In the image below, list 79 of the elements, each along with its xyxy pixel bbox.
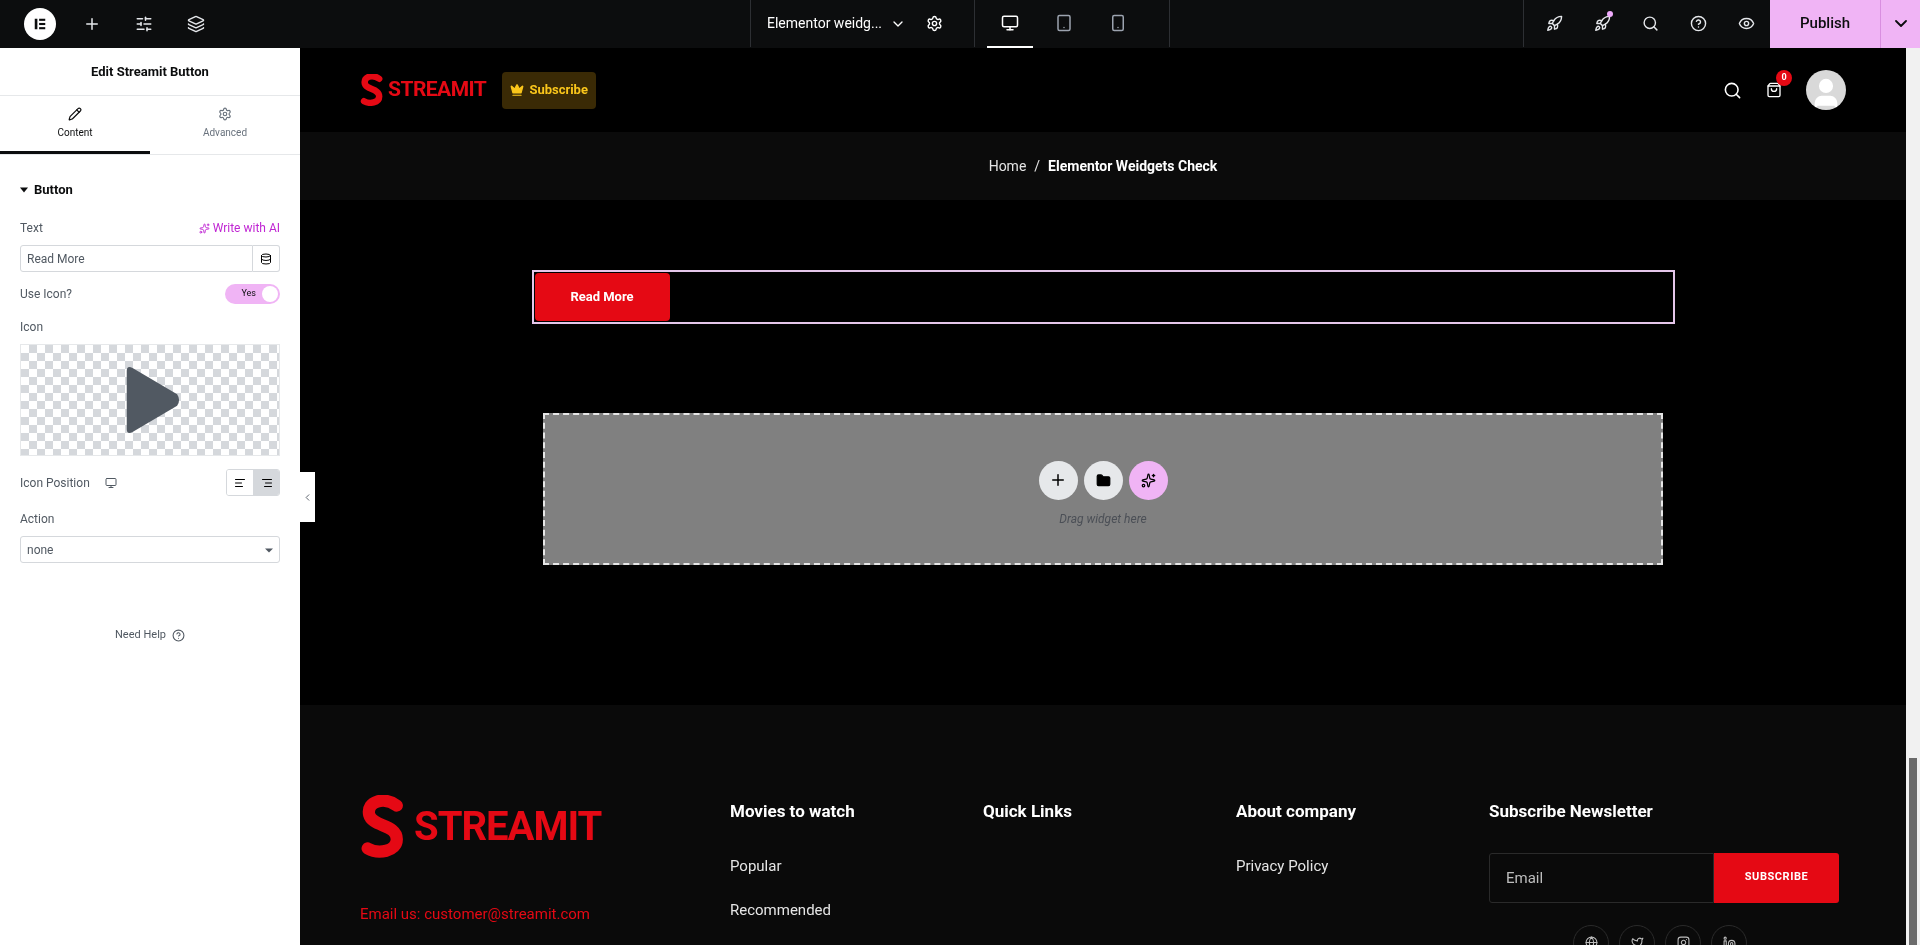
- field-label: Icon: [20, 319, 44, 336]
- search-icon: [1641, 15, 1659, 32]
- read-more-button[interactable]: Read More: [534, 273, 670, 321]
- page-settings-icon[interactable]: [926, 15, 944, 32]
- footer-link[interactable]: Recommended: [730, 899, 983, 922]
- use-icon-switch[interactable]: Yes: [225, 284, 280, 304]
- footer-email: Email us: customer@streamit.com: [360, 904, 591, 925]
- caret-icon: [20, 186, 28, 194]
- section-toggle[interactable]: Button: [20, 181, 280, 199]
- field-label: Icon Position: [20, 474, 90, 492]
- panel-tab[interactable]: Advanced: [150, 96, 300, 154]
- eye-icon: [1737, 15, 1755, 32]
- footer-column-heading: About company: [1236, 800, 1357, 823]
- newsletter-subscribe-button[interactable]: SUBSCRIBE: [1714, 852, 1839, 903]
- action-select[interactable]: none: [20, 536, 280, 563]
- folder-icon: [1095, 472, 1111, 488]
- cart-count-badge: 0: [1776, 70, 1792, 86]
- footer-column-heading: Movies to watch: [730, 800, 856, 823]
- plus-icon: [1049, 471, 1067, 489]
- caret-icon: [265, 545, 273, 554]
- footer-column-heading: Subscribe Newsletter: [1489, 800, 1654, 823]
- footer-column-heading: Quick Links: [983, 800, 1073, 823]
- sparkle-icon: [1140, 472, 1156, 488]
- globe-icon: [1584, 936, 1598, 945]
- add-section-button[interactable]: [1038, 460, 1078, 500]
- field-label: Use Icon?: [20, 286, 72, 303]
- rocket-icon: [1545, 15, 1563, 32]
- s-logo-icon: [360, 74, 384, 106]
- align-left-icon: [234, 476, 246, 489]
- cart-icon[interactable]: [1766, 82, 1782, 98]
- page-title[interactable]: Elementor weidg...: [767, 13, 883, 34]
- publish-button[interactable]: Publish: [1770, 0, 1880, 48]
- pencil-icon: [68, 107, 82, 121]
- avatar[interactable]: [1806, 70, 1846, 110]
- gear-icon: [218, 107, 232, 121]
- write-with-ai-link[interactable]: Write with AI: [198, 219, 280, 237]
- help-icon: [1689, 15, 1707, 32]
- tablet-icon: [1055, 13, 1073, 32]
- ai-sparkle-button[interactable]: [1128, 460, 1168, 500]
- site-logo-text[interactable]: STREAMIT: [388, 74, 487, 106]
- desktop-icon: [1001, 13, 1019, 32]
- elementor-logo-icon[interactable]: [24, 7, 56, 40]
- text-input-field[interactable]: Read More: [20, 245, 253, 272]
- rocket-icon: [1593, 15, 1611, 32]
- help-icon[interactable]: [172, 628, 185, 642]
- sparkle-icon: [198, 222, 210, 234]
- field-label: Action: [20, 511, 56, 528]
- crown-icon: [510, 83, 525, 97]
- newsletter-email-field[interactable]: Email: [1489, 852, 1714, 903]
- footer-logo-text[interactable]: STREAMIT: [414, 797, 602, 857]
- collapse-panel-handle[interactable]: [300, 472, 315, 522]
- mobile-icon: [1109, 13, 1127, 32]
- sliders-icon: [135, 14, 153, 33]
- need-help-link[interactable]: Need Help: [115, 627, 166, 644]
- search-icon[interactable]: [1723, 80, 1742, 100]
- align-right-icon: [260, 476, 273, 489]
- selected-widget-outline[interactable]: Read More: [531, 270, 1675, 324]
- panel-tab[interactable]: Content: [0, 96, 150, 154]
- responsive-desktop-icon[interactable]: [104, 476, 117, 489]
- chevron-down-icon: [1894, 20, 1907, 27]
- breadcrumb-separator: /: [1034, 156, 1041, 176]
- breadcrumb-link[interactable]: Home: [988, 155, 1027, 177]
- panel-title: Edit Streamit Button: [91, 62, 209, 81]
- database-icon: [260, 252, 272, 265]
- s-logo-icon: [360, 795, 406, 859]
- bird-icon: [1630, 936, 1644, 945]
- scrollbar[interactable]: [1906, 48, 1920, 945]
- dynamic-tags-button[interactable]: [253, 245, 280, 272]
- layers-icon: [187, 14, 205, 33]
- icon-preview[interactable]: [20, 344, 280, 456]
- breadcrumb-current: Elementor Weidgets Check: [1048, 156, 1218, 176]
- footer-link[interactable]: Privacy Policy: [1236, 854, 1489, 877]
- align-right-button[interactable]: [253, 470, 279, 495]
- subscribe-button[interactable]: Subscribe: [502, 71, 596, 109]
- footer-link[interactable]: Popular: [730, 854, 983, 877]
- linkedin-icon: [1722, 936, 1736, 945]
- template-folder-button[interactable]: [1083, 460, 1123, 500]
- camera-icon: [1676, 936, 1690, 945]
- field-label: Text: [20, 220, 43, 237]
